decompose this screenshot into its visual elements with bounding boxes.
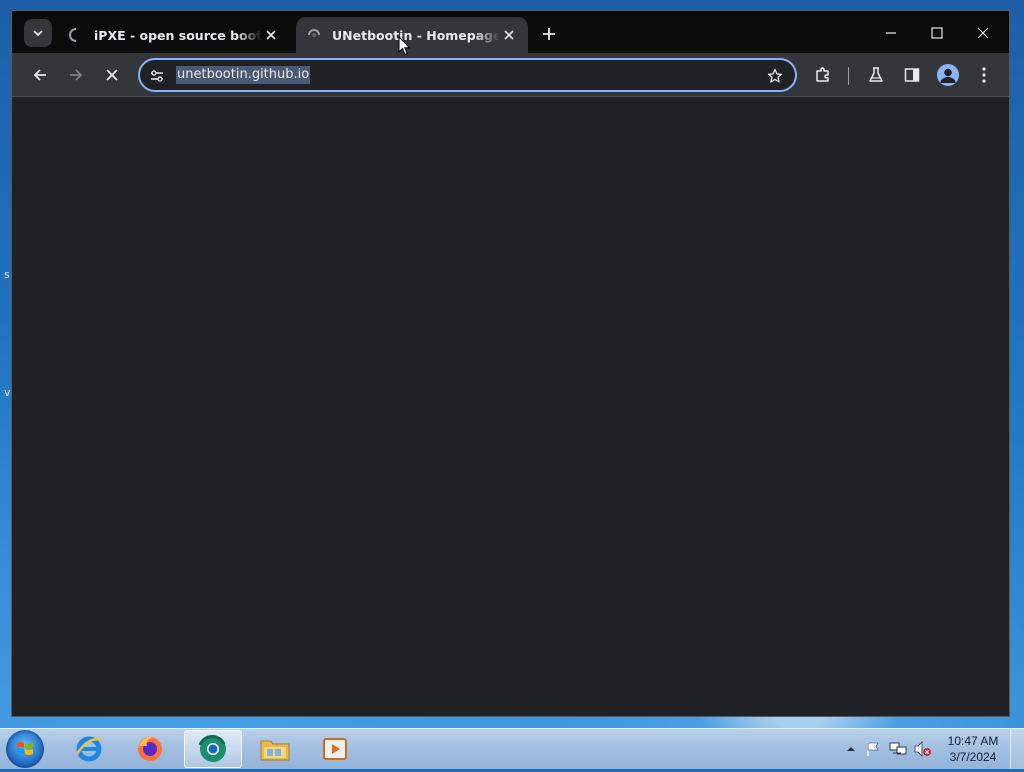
tab-search-button[interactable]	[24, 19, 52, 47]
forward-button[interactable]	[62, 61, 90, 89]
system-clock[interactable]: 10:47 AM 3/7/2024	[940, 733, 1006, 765]
close-icon	[266, 30, 276, 40]
browser-window: iPXE - open source boot firmware UNetboo…	[11, 10, 1010, 717]
show-desktop-button[interactable]	[1010, 729, 1024, 769]
side-panel-button[interactable]	[898, 61, 926, 89]
chevron-down-icon	[33, 30, 43, 37]
network-icon	[889, 742, 907, 755]
taskbar-internet-explorer[interactable]	[60, 730, 118, 768]
media-player-icon	[323, 738, 347, 760]
show-hidden-icons-button[interactable]	[842, 740, 860, 758]
plus-icon	[543, 28, 555, 40]
firefox-icon	[138, 736, 162, 761]
desktop-icon-label-fragment: s	[4, 268, 10, 281]
arrow-right-icon	[70, 69, 83, 81]
maximize-button[interactable]	[920, 19, 954, 47]
side-panel-icon	[904, 68, 920, 82]
taskbar-firefox[interactable]	[121, 730, 179, 768]
taskbar-file-explorer[interactable]	[246, 730, 304, 768]
profile-button[interactable]	[937, 64, 959, 86]
chrome-icon	[198, 734, 226, 762]
start-button[interactable]	[6, 730, 44, 768]
file-explorer-icon	[260, 740, 290, 761]
kebab-menu-icon	[982, 67, 986, 83]
labs-button[interactable]	[862, 61, 890, 89]
desktop-icon-label-fragment: v	[4, 386, 11, 399]
loading-spinner-icon	[306, 27, 322, 43]
loading-spinner-icon	[68, 27, 84, 43]
stop-loading-button[interactable]	[98, 61, 126, 89]
clock-date: 3/7/2024	[949, 750, 997, 764]
volume-muted-icon	[914, 741, 931, 757]
bookmark-button[interactable]	[765, 66, 785, 86]
minimize-icon	[886, 32, 896, 34]
avatar-icon	[940, 68, 956, 83]
flask-icon	[869, 67, 883, 82]
tab-close-button[interactable]	[262, 26, 280, 44]
extensions-button[interactable]	[809, 61, 837, 89]
windows-logo-icon	[17, 742, 33, 755]
menu-button[interactable]	[970, 61, 998, 89]
arrow-left-icon	[33, 69, 46, 81]
back-button[interactable]	[26, 61, 54, 89]
tray-volume[interactable]	[914, 740, 932, 758]
maximize-icon	[931, 27, 943, 39]
address-bar[interactable]: unetbootin.github.io	[138, 58, 797, 92]
toolbar-separator	[848, 67, 849, 85]
show-hidden-icons	[847, 747, 855, 751]
url-text[interactable]: unetbootin.github.io	[176, 66, 311, 84]
tab-title: iPXE - open source boot firmware	[94, 27, 262, 43]
star-icon	[767, 68, 783, 83]
close-icon	[106, 69, 118, 81]
flag-icon	[867, 742, 879, 756]
tune-icon	[151, 70, 163, 82]
page-content[interactable]	[12, 97, 1009, 716]
taskbar-chrome[interactable]	[184, 730, 242, 768]
mouse-cursor-icon	[398, 36, 411, 56]
close-window-button[interactable]	[966, 19, 1000, 47]
tab-strip: iPXE - open source boot firmware UNetboo…	[12, 11, 1009, 53]
tray-network[interactable]	[889, 740, 907, 758]
taskbar-media-player[interactable]	[306, 730, 364, 768]
puzzle-icon	[816, 67, 829, 82]
tab-unetbootin[interactable]: UNetbootin - Homepage and Downloads	[296, 17, 528, 53]
minimize-button[interactable]	[874, 19, 908, 47]
tray-action-center[interactable]	[864, 740, 882, 758]
tab-title: UNetbootin - Homepage and Downloads	[332, 27, 500, 43]
clock-time: 10:47 AM	[947, 734, 999, 748]
tab-close-button[interactable]	[500, 26, 518, 44]
browser-toolbar: unetbootin.github.io	[12, 53, 1009, 97]
internet-explorer-icon	[75, 736, 102, 762]
site-info-button[interactable]	[148, 67, 166, 85]
close-icon	[977, 27, 989, 39]
close-icon	[504, 30, 514, 40]
taskbar: 10:47 AM 3/7/2024	[0, 728, 1024, 769]
tab-ipxe[interactable]: iPXE - open source boot firmware	[58, 17, 290, 53]
new-tab-button[interactable]	[538, 23, 560, 45]
